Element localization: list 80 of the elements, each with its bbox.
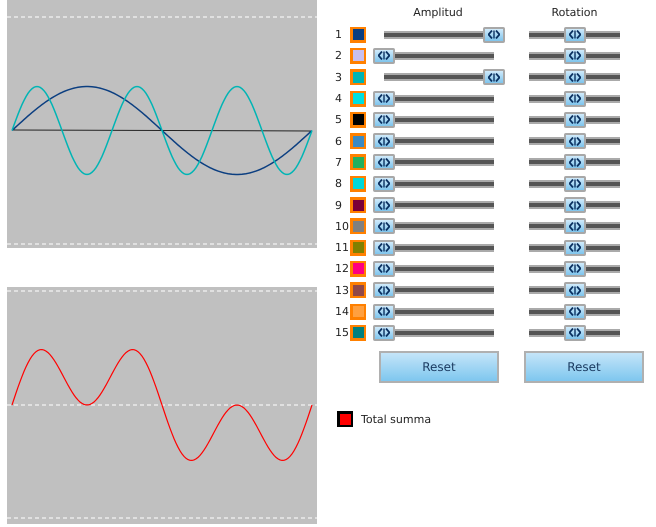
row-number: 13	[334, 284, 350, 297]
arrows-icon	[568, 30, 580, 40]
arrows-icon	[568, 51, 580, 60]
slider-thumb[interactable]	[373, 48, 395, 64]
slider-thumb[interactable]	[373, 240, 395, 256]
arrows-icon	[378, 136, 390, 146]
slider-thumb[interactable]	[564, 240, 586, 256]
row-number: 12	[334, 262, 350, 276]
arrows-icon	[488, 30, 500, 40]
slider-thumb[interactable]	[564, 260, 586, 277]
arrows-icon	[568, 158, 580, 167]
arrows-icon	[568, 307, 580, 316]
row-number: 7	[334, 156, 343, 169]
row-number: 2	[334, 49, 343, 62]
arrows-icon	[378, 264, 390, 274]
arrows-icon	[378, 51, 390, 60]
row-number: 15	[334, 326, 350, 340]
slider-thumb[interactable]	[564, 304, 586, 320]
row-number: 10	[334, 220, 350, 233]
legend-label: Total summa	[361, 412, 432, 426]
slider-thumb[interactable]	[564, 69, 586, 86]
arrows-icon	[568, 94, 580, 104]
row-number: 1	[334, 28, 343, 42]
row-number: 5	[334, 113, 343, 126]
column-header: Rotation	[551, 6, 598, 18]
reset-button[interactable]: Reset	[524, 351, 644, 384]
slider-thumb[interactable]	[564, 154, 586, 170]
slider-thumb[interactable]	[483, 69, 505, 86]
arrows-icon	[378, 94, 390, 104]
row-number: 4	[334, 92, 343, 106]
slider-thumb[interactable]	[373, 324, 395, 341]
column-header: Amplitud	[413, 6, 463, 18]
row-number: 9	[334, 198, 343, 212]
slider-thumb[interactable]	[564, 26, 586, 43]
slider-thumb[interactable]	[373, 112, 395, 128]
arrows-icon	[568, 179, 580, 188]
row-number: 14	[334, 305, 350, 318]
slider-thumb[interactable]	[373, 282, 395, 298]
slider-thumb[interactable]	[564, 48, 586, 64]
slider-thumb[interactable]	[373, 133, 395, 150]
arrows-icon	[568, 222, 580, 231]
arrows-icon	[568, 200, 580, 210]
arrows-icon	[488, 72, 500, 82]
arrows-icon	[378, 307, 390, 316]
arrows-icon	[378, 179, 390, 188]
slider-thumb[interactable]	[564, 112, 586, 128]
row-number: 3	[334, 70, 343, 84]
row-number: 11	[334, 241, 350, 254]
arrows-icon	[378, 200, 390, 210]
arrows-icon	[378, 328, 390, 338]
slider-thumb[interactable]	[373, 176, 395, 192]
reset-button[interactable]: Reset	[379, 351, 499, 384]
slider-thumb[interactable]	[373, 304, 395, 320]
slider-thumb[interactable]	[564, 282, 586, 298]
slider-thumb[interactable]	[373, 154, 395, 170]
arrows-icon	[378, 243, 390, 252]
slider-thumb[interactable]	[373, 197, 395, 214]
slider-thumb[interactable]	[564, 197, 586, 214]
slider-thumb[interactable]	[373, 260, 395, 277]
arrows-icon	[568, 115, 580, 124]
slider-thumb[interactable]	[564, 133, 586, 150]
arrows-icon	[568, 136, 580, 146]
arrows-icon	[378, 158, 390, 167]
arrows-icon	[568, 328, 580, 338]
slider-thumb[interactable]	[564, 324, 586, 341]
slider-thumb[interactable]	[564, 90, 586, 107]
arrows-icon	[378, 222, 390, 231]
arrows-icon	[568, 286, 580, 295]
row-number: 8	[334, 177, 343, 190]
arrows-icon	[568, 264, 580, 274]
arrows-icon	[568, 243, 580, 252]
arrows-icon	[378, 286, 390, 295]
arrows-icon	[378, 115, 390, 124]
slider-thumb[interactable]	[564, 218, 586, 234]
slider-thumb[interactable]	[483, 26, 505, 43]
slider-thumb[interactable]	[373, 90, 395, 107]
arrows-icon	[568, 72, 580, 82]
slider-thumb[interactable]	[373, 218, 395, 234]
slider-thumb[interactable]	[564, 176, 586, 192]
row-number: 6	[334, 134, 343, 148]
